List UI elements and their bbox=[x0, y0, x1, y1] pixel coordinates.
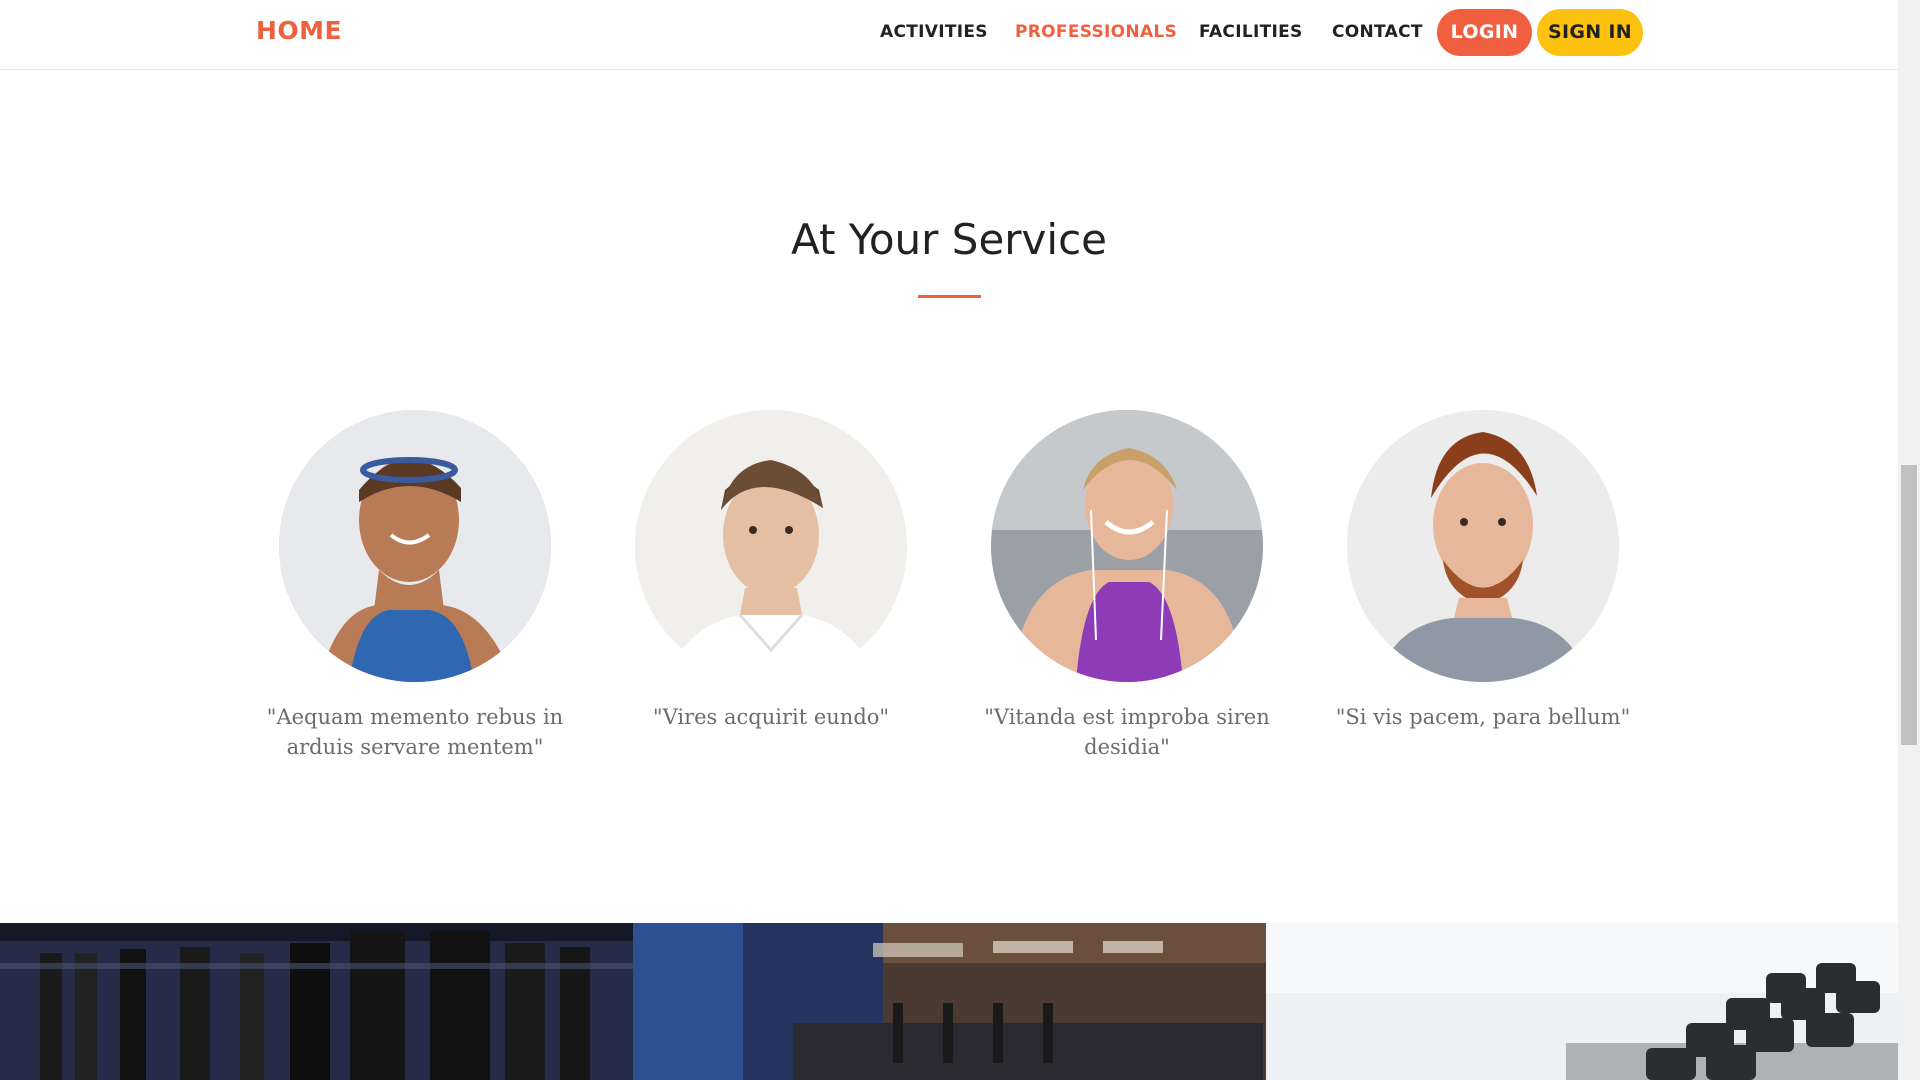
gallery-image-boxing-gym[interactable] bbox=[0, 923, 633, 1080]
avatar bbox=[991, 410, 1263, 682]
scrollbar-thumb[interactable] bbox=[1901, 465, 1917, 745]
team-member: "Vires acquirit eundo" bbox=[601, 410, 941, 732]
navbar: HOME ACTIVITIES PROFESSIONALS FACILITIES… bbox=[0, 0, 1898, 70]
avatar bbox=[279, 410, 551, 682]
team-member: "Si vis pacem, para bellum" bbox=[1313, 410, 1653, 732]
section-title: At Your Service bbox=[790, 215, 1108, 264]
avatar bbox=[635, 410, 907, 682]
member-quote: "Vitanda est improba siren desidia" bbox=[984, 705, 1270, 759]
gallery-image-treadmill-gym[interactable] bbox=[633, 923, 1266, 1080]
avatar bbox=[1347, 410, 1619, 682]
nav-link-professionals[interactable]: PROFESSIONALS bbox=[1015, 22, 1177, 42]
sign-in-button[interactable]: SIGN IN bbox=[1537, 9, 1643, 56]
nav-link-facilities[interactable]: FACILITIES bbox=[1199, 22, 1303, 42]
nav-links: ACTIVITIES PROFESSIONALS FACILITIES CONT… bbox=[0, 0, 1898, 70]
team-member: "Vitanda est improba siren desidia" bbox=[957, 410, 1297, 762]
nav-link-activities[interactable]: ACTIVITIES bbox=[880, 22, 988, 42]
gallery-image-dumbbells[interactable] bbox=[1266, 923, 1898, 1080]
team-member: "Aequam memento rebus in arduis servare … bbox=[245, 410, 585, 762]
gallery bbox=[0, 923, 1898, 1080]
member-quote: "Si vis pacem, para bellum" bbox=[1335, 705, 1631, 729]
title-divider bbox=[918, 295, 981, 298]
nav-link-contact[interactable]: CONTACT bbox=[1332, 22, 1423, 42]
member-quote: "Vires acquirit eundo" bbox=[652, 705, 890, 729]
login-button[interactable]: LOGIN bbox=[1437, 9, 1532, 56]
member-quote: "Aequam memento rebus in arduis servare … bbox=[266, 705, 564, 759]
